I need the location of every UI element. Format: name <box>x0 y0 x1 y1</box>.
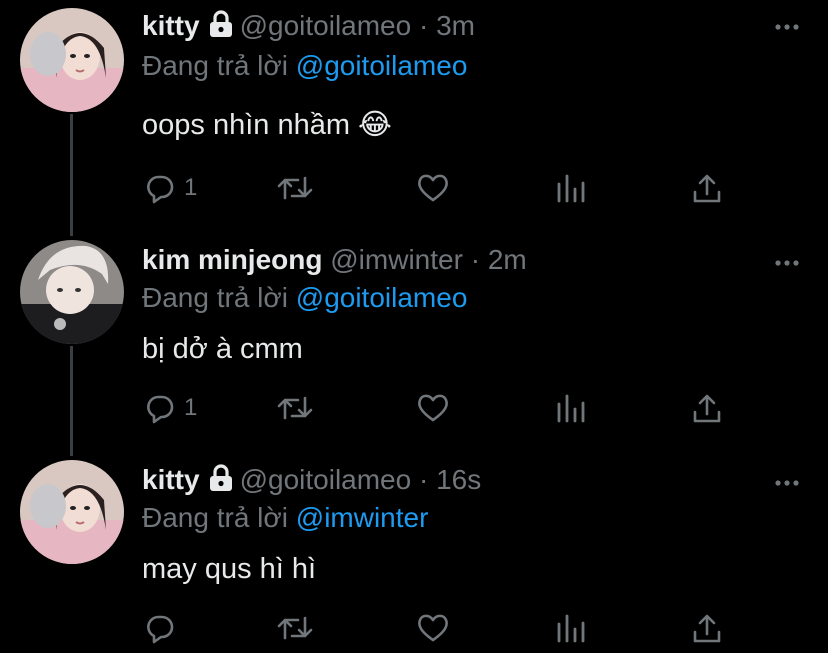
avatar[interactable] <box>20 8 124 112</box>
share-button[interactable] <box>692 608 722 648</box>
analytics-icon <box>557 174 585 203</box>
action-bar: 1 <box>0 388 828 428</box>
reply-button[interactable] <box>144 608 184 648</box>
user-handle[interactable]: @imwinter <box>330 244 463 275</box>
reply-button[interactable]: 1 <box>144 168 197 208</box>
avatar[interactable] <box>20 240 124 344</box>
reply-prefix: Đang trả lời <box>142 502 288 533</box>
lock-icon <box>208 10 234 47</box>
display-name[interactable]: kitty <box>142 10 200 41</box>
reply-icon <box>147 395 174 424</box>
reply-prefix: Đang trả lời <box>142 50 288 81</box>
avatar[interactable] <box>20 460 124 564</box>
display-name[interactable]: kitty <box>142 464 200 495</box>
like-button[interactable] <box>416 608 450 648</box>
retweet-button[interactable] <box>276 388 314 428</box>
analytics-icon <box>557 614 585 643</box>
like-button[interactable] <box>416 168 450 208</box>
avatar-image <box>20 460 124 564</box>
like-button[interactable] <box>416 388 450 428</box>
action-bar <box>0 608 828 648</box>
retweet-icon <box>277 396 313 420</box>
reply-count: 1 <box>184 394 198 421</box>
reply-prefix: Đang trả lời <box>142 282 288 313</box>
reply-count: 1 <box>184 174 198 201</box>
timestamp[interactable]: 3m <box>436 10 475 41</box>
retweet-button[interactable] <box>276 168 314 208</box>
user-handle[interactable]: @goitoilameo <box>240 464 412 495</box>
avatar-image <box>20 240 124 344</box>
share-button[interactable] <box>692 388 722 428</box>
analytics-button[interactable] <box>556 168 586 208</box>
more-icon[interactable] <box>774 474 800 492</box>
user-handle[interactable]: @goitoilameo <box>240 10 412 41</box>
reply-button[interactable]: 1 <box>144 388 197 428</box>
lock-icon <box>208 464 234 501</box>
tweet[interactable]: kim minjeong @imwinter · 2m Đang trả lời… <box>0 238 828 448</box>
reply-icon <box>147 615 174 644</box>
more-icon[interactable] <box>774 18 800 36</box>
more-icon[interactable] <box>774 254 800 272</box>
like-icon <box>418 614 448 642</box>
share-icon <box>693 394 721 423</box>
timestamp[interactable]: 2m <box>488 244 527 275</box>
timestamp[interactable]: 16s <box>436 464 481 495</box>
tweet-text: bị dở à cmm <box>142 333 303 365</box>
retweet-icon <box>277 616 313 640</box>
separator: · <box>418 464 429 495</box>
reply-mention[interactable]: @goitoilameo <box>296 50 468 81</box>
tweet-text: may qus hì hì <box>142 553 317 585</box>
analytics-icon <box>557 394 585 423</box>
like-icon <box>418 174 448 202</box>
reply-icon <box>147 175 174 204</box>
retweet-icon <box>277 176 313 200</box>
display-name[interactable]: kim minjeong <box>142 244 322 275</box>
tweet[interactable]: kitty @goitoilameo · 16s Đang trả lời @im… <box>0 458 828 653</box>
separator: · <box>418 10 429 41</box>
share-icon <box>693 614 721 643</box>
action-bar: 1 <box>0 168 828 208</box>
avatar-image <box>20 8 124 112</box>
share-icon <box>693 174 721 203</box>
reply-context: Đang trả lời @imwinter <box>142 500 428 536</box>
retweet-button[interactable] <box>276 608 314 648</box>
tweet-text: oops nhìn nhầm 😂 <box>142 109 392 141</box>
reply-context: Đang trả lời @goitoilameo <box>142 280 467 316</box>
tweet[interactable]: kitty @goitoilameo · 3m Đang trả lời @goi… <box>0 0 828 230</box>
separator: · <box>470 244 481 275</box>
analytics-button[interactable] <box>556 388 586 428</box>
reply-mention[interactable]: @imwinter <box>296 502 429 533</box>
reply-mention[interactable]: @goitoilameo <box>296 282 468 313</box>
share-button[interactable] <box>692 168 722 208</box>
reply-context: Đang trả lời @goitoilameo <box>142 48 467 84</box>
like-icon <box>418 394 448 422</box>
analytics-button[interactable] <box>556 608 586 648</box>
